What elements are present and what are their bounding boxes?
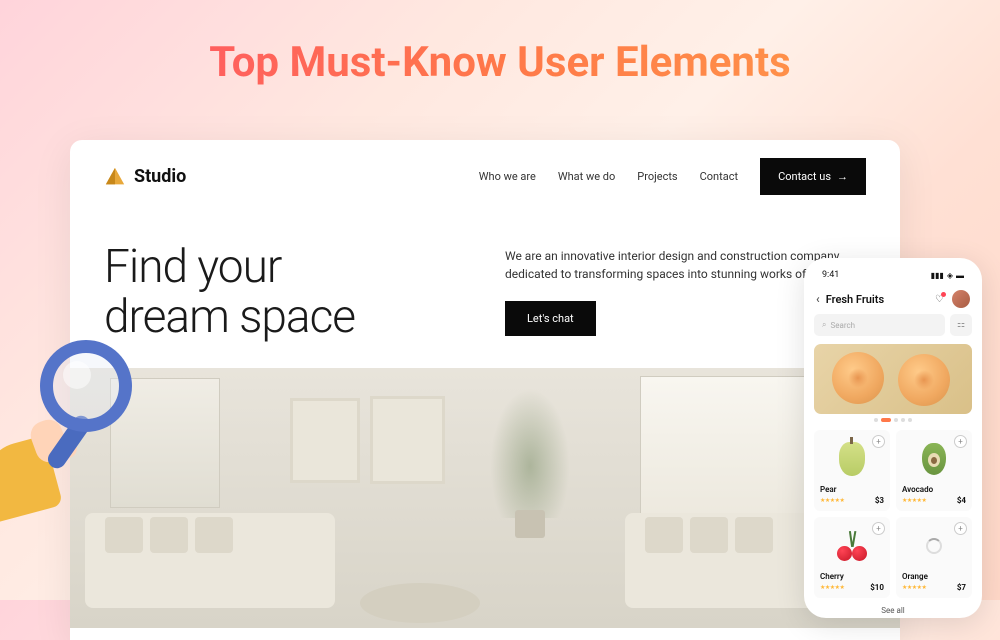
logo-text: Studio bbox=[134, 166, 186, 187]
product-price: $7 bbox=[957, 583, 966, 592]
pear-icon bbox=[839, 442, 865, 476]
hero-title: Find your dream space bbox=[104, 243, 465, 342]
lets-chat-button[interactable]: Let's chat bbox=[505, 301, 596, 336]
product-card-cherry[interactable]: + Cherry ★★★★★ $10 bbox=[814, 517, 890, 598]
filter-button[interactable]: ⚏ bbox=[950, 314, 972, 336]
featured-banner[interactable] bbox=[814, 344, 972, 414]
logo-icon bbox=[104, 166, 126, 188]
logo[interactable]: Studio bbox=[104, 166, 186, 188]
website-mockup: Studio Who we are What we do Projects Co… bbox=[70, 140, 900, 640]
rating-stars: ★★★★★ bbox=[820, 584, 844, 591]
back-icon[interactable]: ‹ bbox=[816, 292, 820, 306]
product-name: Avocado bbox=[902, 485, 966, 494]
arrow-right-icon: → bbox=[837, 170, 848, 183]
nav-link-projects[interactable]: Projects bbox=[637, 170, 677, 183]
avocado-icon bbox=[922, 443, 946, 475]
website-nav: Studio Who we are What we do Projects Co… bbox=[70, 140, 900, 213]
carousel-dots[interactable] bbox=[814, 418, 972, 422]
filter-icon: ⚏ bbox=[957, 320, 965, 330]
nav-link-what[interactable]: What we do bbox=[558, 170, 615, 183]
hero-line2: dream space bbox=[104, 293, 465, 343]
signal-icon: ▮▮▮ bbox=[931, 271, 944, 280]
hero-line1: Find your bbox=[104, 243, 465, 293]
hero-image bbox=[70, 368, 900, 628]
contact-us-button[interactable]: Contact us → bbox=[760, 158, 866, 195]
status-bar: 9:41 ▮▮▮ ◈ ▬ bbox=[814, 268, 972, 282]
product-price: $3 bbox=[875, 496, 884, 505]
product-card-orange[interactable]: + Orange ★★★★★ $7 bbox=[896, 517, 972, 598]
search-input[interactable]: ⌕ Search bbox=[814, 314, 945, 336]
banner-title: Top Must-Know User Elements bbox=[0, 0, 1000, 87]
product-grid: + Pear ★★★★★ $3 + Avocado ★★★★★ $4 + Cherr… bbox=[814, 430, 972, 598]
product-card-pear[interactable]: + Pear ★★★★★ $3 bbox=[814, 430, 890, 511]
add-button[interactable]: + bbox=[954, 522, 967, 535]
loading-icon bbox=[926, 538, 942, 554]
contact-us-label: Contact us bbox=[778, 170, 831, 183]
add-button[interactable]: + bbox=[872, 522, 885, 535]
search-placeholder: Search bbox=[830, 321, 855, 330]
product-price: $10 bbox=[870, 583, 884, 592]
battery-icon: ▬ bbox=[956, 271, 964, 280]
product-name: Pear bbox=[820, 485, 884, 494]
notification-icon[interactable]: ♡ bbox=[935, 294, 944, 305]
hero-section: Find your dream space We are an innovati… bbox=[70, 213, 900, 342]
nav-link-who[interactable]: Who we are bbox=[479, 170, 536, 183]
magnifier-icon bbox=[40, 340, 132, 432]
product-card-avocado[interactable]: + Avocado ★★★★★ $4 bbox=[896, 430, 972, 511]
rating-stars: ★★★★★ bbox=[902, 584, 926, 591]
magnifier-illustration bbox=[0, 340, 140, 515]
avatar[interactable] bbox=[952, 290, 970, 308]
cherry-icon bbox=[837, 531, 867, 561]
app-header: ‹ Fresh Fruits ♡ bbox=[814, 282, 972, 314]
search-icon: ⌕ bbox=[822, 320, 826, 330]
nav-link-contact[interactable]: Contact bbox=[700, 170, 738, 183]
rating-stars: ★★★★★ bbox=[902, 497, 926, 504]
mobile-mockup: 9:41 ▮▮▮ ◈ ▬ ‹ Fresh Fruits ♡ ⌕ Search ⚏ bbox=[804, 258, 982, 618]
nav-links: Who we are What we do Projects Contact C… bbox=[479, 158, 866, 195]
see-all-link[interactable]: See all bbox=[814, 598, 972, 623]
status-time: 9:41 bbox=[822, 270, 839, 280]
app-title: Fresh Fruits bbox=[826, 293, 884, 306]
rating-stars: ★★★★★ bbox=[820, 497, 844, 504]
product-price: $4 bbox=[957, 496, 966, 505]
add-button[interactable]: + bbox=[954, 435, 967, 448]
wifi-icon: ◈ bbox=[947, 271, 953, 280]
product-name: Orange bbox=[902, 572, 966, 581]
add-button[interactable]: + bbox=[872, 435, 885, 448]
product-name: Cherry bbox=[820, 572, 884, 581]
